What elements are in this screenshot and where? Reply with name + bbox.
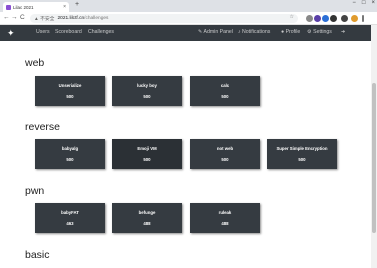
bookmark-star-icon[interactable]: ☆ bbox=[290, 14, 294, 20]
challenge-name: lucky boy bbox=[137, 83, 157, 88]
challenge-points: 463 bbox=[66, 221, 74, 226]
profile-label: Profile bbox=[285, 29, 301, 35]
challenge-card[interactable]: lucky boy 500 bbox=[112, 76, 182, 106]
reload-button[interactable]: C bbox=[20, 14, 25, 21]
challenge-card[interactable]: not web 500 bbox=[190, 139, 260, 169]
challenge-name: befunge bbox=[138, 210, 156, 215]
bell-icon: ♪ bbox=[238, 29, 241, 35]
challenges-board: web Unserialize 500 lucky boy 500 calc 5… bbox=[0, 41, 371, 268]
profile-link[interactable]: ● Profile bbox=[281, 29, 300, 35]
category-title: pwn bbox=[25, 185, 45, 197]
challenge-points: 500 bbox=[66, 157, 74, 162]
new-tab-button[interactable]: + bbox=[75, 1, 79, 8]
back-button[interactable]: ← bbox=[3, 14, 10, 21]
logout-icon[interactable]: ➜ bbox=[341, 29, 345, 35]
challenge-points: 488 bbox=[221, 221, 229, 226]
minimize-button[interactable]: − bbox=[352, 0, 356, 6]
forward-button[interactable]: → bbox=[11, 14, 18, 21]
avatar[interactable] bbox=[351, 15, 358, 22]
settings-label: Settings bbox=[313, 29, 332, 35]
extension-icon[interactable] bbox=[314, 15, 321, 22]
page-scrollbar[interactable] bbox=[371, 25, 377, 268]
maximize-button[interactable]: □ bbox=[362, 0, 366, 6]
browser-tab[interactable]: Lilac 2021 × bbox=[3, 2, 69, 12]
challenge-name: ruleak bbox=[218, 210, 232, 215]
category-title: reverse bbox=[25, 121, 61, 133]
challenge-card[interactable]: babyFAT 463 bbox=[35, 203, 105, 233]
notifications-link[interactable]: ♪ Notifications bbox=[238, 29, 270, 35]
challenge-points: 488 bbox=[143, 221, 151, 226]
tab-favicon-icon bbox=[6, 4, 11, 10]
url-input[interactable]: ▲ 不安全 2021.lilctf.cn /challenges ☆ bbox=[30, 14, 298, 23]
challenge-name: Unserialize bbox=[58, 83, 82, 88]
challenge-points: 500 bbox=[298, 157, 306, 162]
nav-challenges[interactable]: Challenges bbox=[88, 29, 114, 35]
challenge-name: babyalg bbox=[61, 146, 79, 151]
url-host: 2021.lilctf.cn bbox=[57, 16, 85, 21]
category-title: web bbox=[25, 57, 45, 69]
challenge-card[interactable]: befunge 488 bbox=[112, 203, 182, 233]
challenge-card[interactable]: calc 500 bbox=[190, 76, 260, 106]
menu-icon[interactable] bbox=[362, 15, 364, 22]
challenge-name: not web bbox=[216, 146, 234, 151]
brand-logo-icon[interactable]: ✦ bbox=[7, 28, 15, 39]
nav-users[interactable]: Users bbox=[36, 29, 50, 35]
challenge-card[interactable]: babyalg 500 bbox=[35, 139, 105, 169]
browser-tab-strip: Lilac 2021 × + − □ × bbox=[0, 0, 377, 12]
wrench-icon: ✎ bbox=[198, 29, 203, 35]
gear-icon: ⚙ bbox=[307, 29, 312, 35]
challenge-card[interactable]: ruleak 488 bbox=[190, 203, 260, 233]
extension-icon[interactable] bbox=[341, 15, 348, 22]
admin-panel-label: Admin Panel bbox=[203, 29, 233, 35]
extension-icon[interactable] bbox=[306, 15, 313, 22]
settings-link[interactable]: ⚙ Settings bbox=[307, 29, 332, 35]
url-path: /challenges bbox=[84, 16, 109, 21]
challenge-points: 500 bbox=[221, 94, 229, 99]
challenge-name: babyFAT bbox=[61, 210, 79, 215]
challenge-name: Super Simple Encryption bbox=[276, 146, 328, 151]
challenge-points: 500 bbox=[221, 157, 229, 162]
nav-scoreboard[interactable]: Scoreboard bbox=[55, 29, 82, 35]
admin-panel-link[interactable]: ✎ Admin Panel bbox=[198, 29, 233, 35]
address-bar-row: ← → C ▲ 不安全 2021.lilctf.cn /challenges ☆ bbox=[0, 12, 377, 25]
challenge-card[interactable]: Emoji VM 500 bbox=[112, 139, 182, 169]
scrollbar-thumb[interactable] bbox=[372, 83, 376, 233]
tab-title: Lilac 2021 bbox=[13, 4, 34, 10]
extension-icon[interactable] bbox=[330, 15, 337, 22]
window-close-button[interactable]: × bbox=[371, 0, 375, 6]
tab-close-icon[interactable]: × bbox=[63, 4, 66, 10]
challenge-card[interactable]: Unserialize 500 bbox=[35, 76, 105, 106]
extension-icon[interactable] bbox=[322, 15, 329, 22]
challenge-name: calc bbox=[220, 83, 230, 88]
category-title: basic bbox=[25, 249, 50, 261]
challenge-points: 500 bbox=[143, 94, 151, 99]
insecure-warning[interactable]: ▲ 不安全 bbox=[34, 15, 54, 22]
window-controls: − □ × bbox=[352, 0, 375, 6]
challenge-card[interactable]: Super Simple Encryption 500 bbox=[267, 139, 337, 169]
user-circle-icon: ● bbox=[281, 29, 285, 35]
challenge-points: 500 bbox=[66, 94, 74, 99]
notifications-label: Notifications bbox=[242, 29, 271, 35]
site-navbar: ✦ Users Scoreboard Challenges ✎ Admin Pa… bbox=[0, 25, 371, 41]
challenge-points: 500 bbox=[143, 157, 151, 162]
challenge-name: Emoji VM bbox=[137, 146, 157, 151]
